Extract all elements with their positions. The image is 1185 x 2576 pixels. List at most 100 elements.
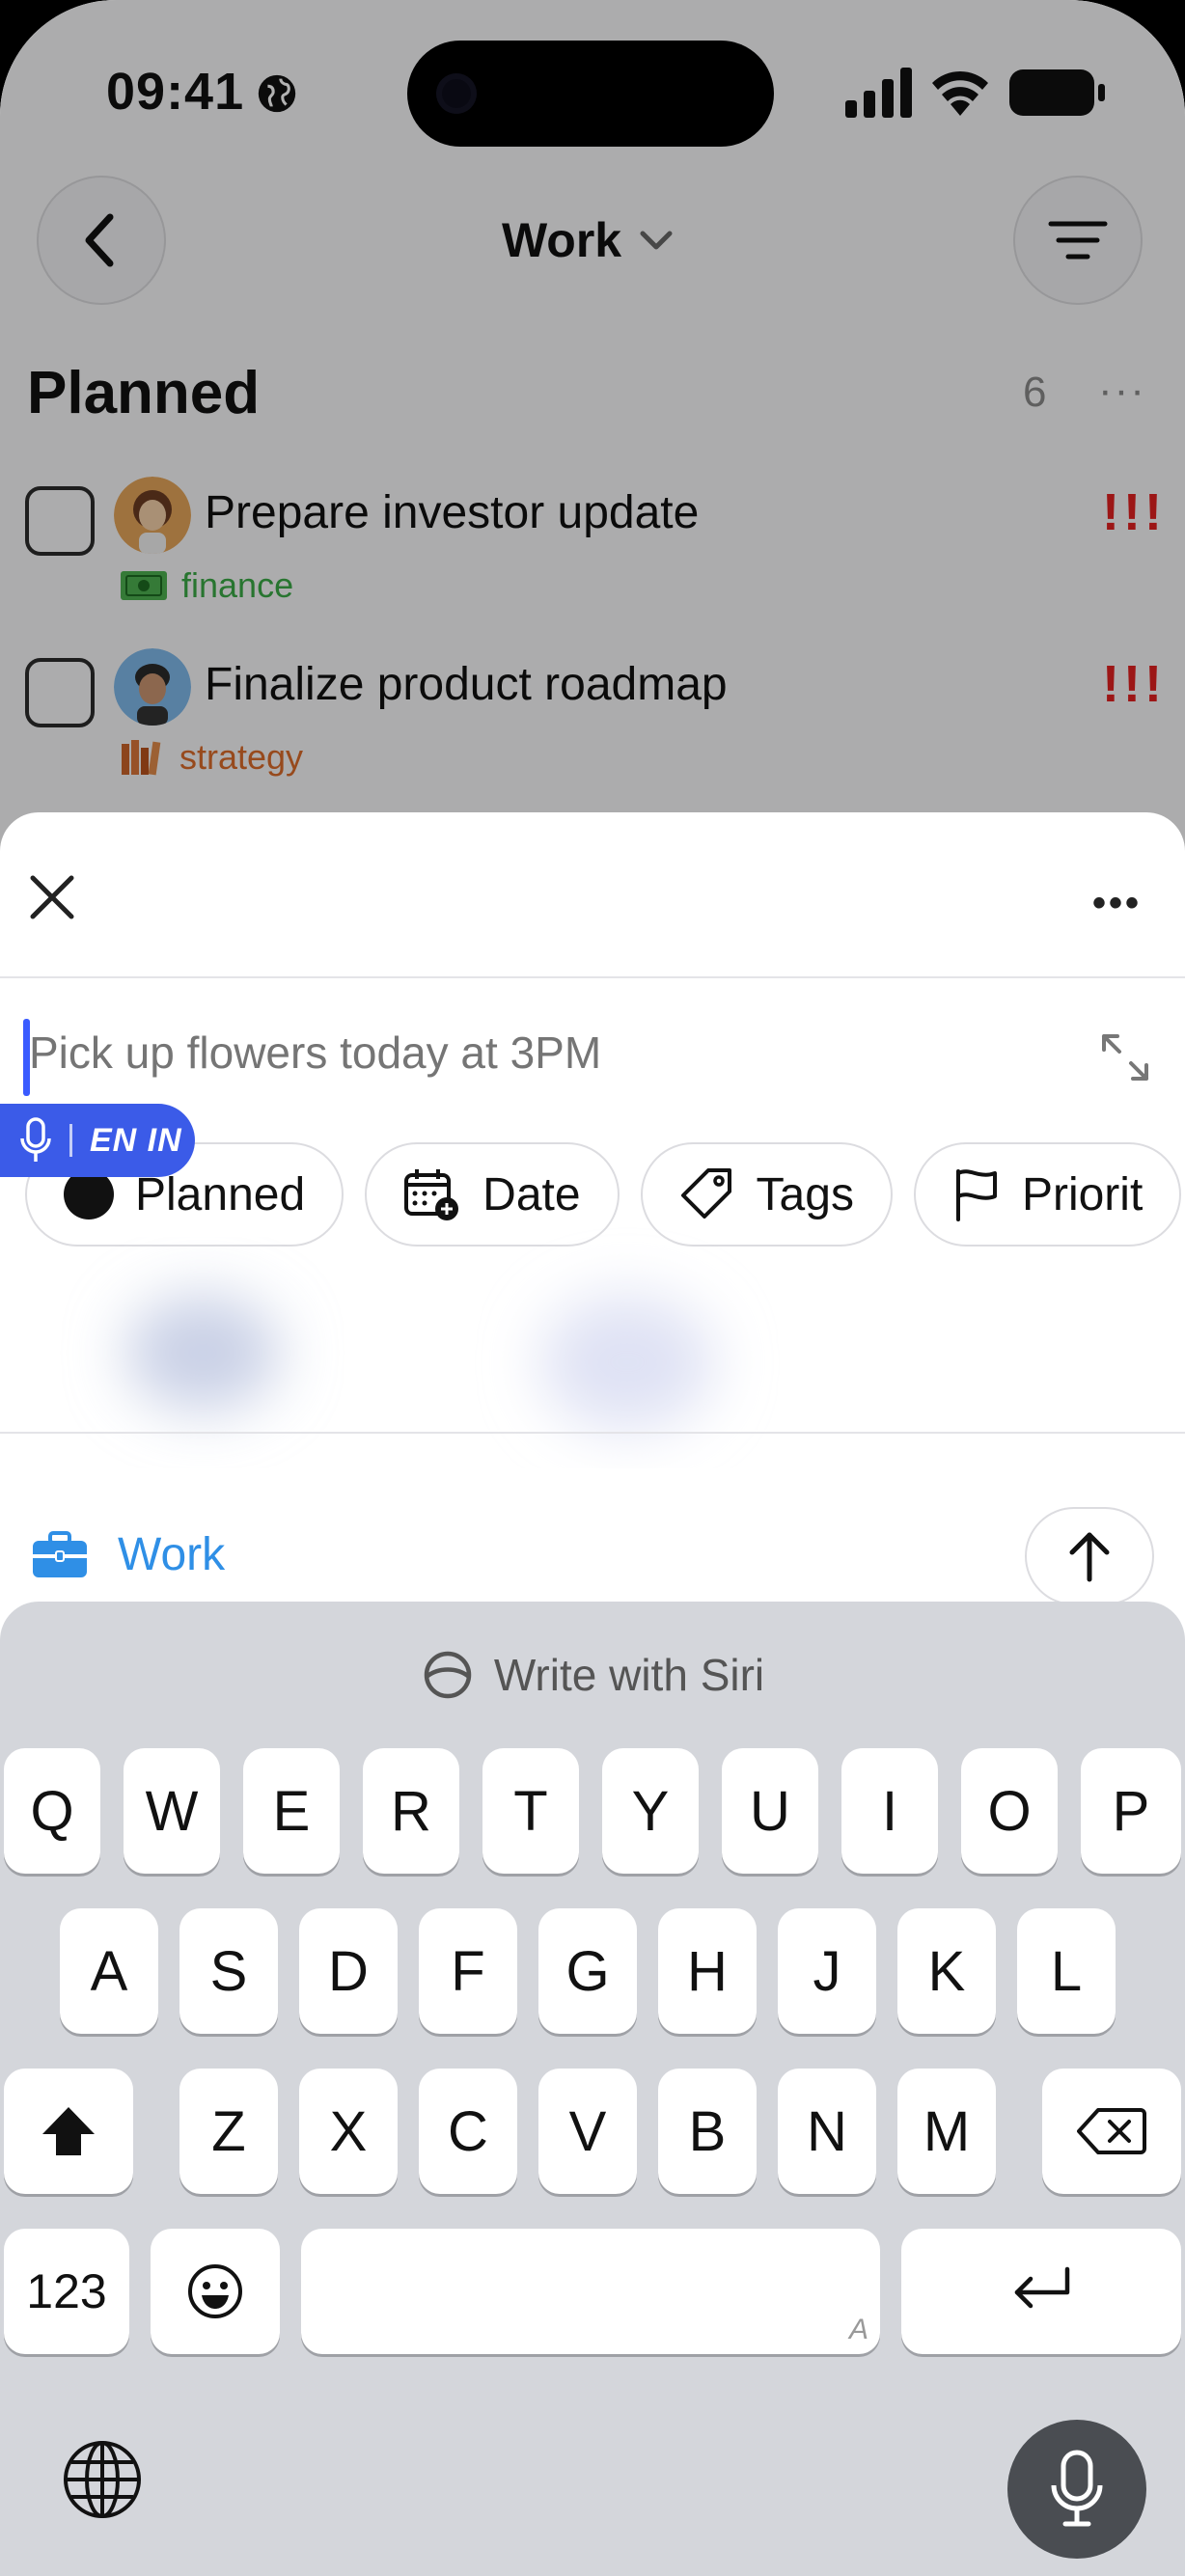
globe-icon[interactable] (62, 2439, 143, 2520)
section-more-button[interactable]: ··· (1098, 367, 1146, 415)
tag-icon (680, 1168, 731, 1219)
key-v[interactable]: V (538, 2069, 637, 2194)
task-checkbox[interactable] (25, 486, 95, 556)
key-w[interactable]: W (124, 1748, 220, 1874)
cellular-signal-icon (845, 68, 912, 118)
project-label: Work (118, 1529, 226, 1580)
divider (0, 976, 1185, 978)
task-title: Prepare investor update (205, 487, 700, 538)
books-icon (122, 740, 161, 776)
key-b[interactable]: B (658, 2069, 757, 2194)
write-with-siri-button[interactable]: Write with Siri (0, 1648, 1185, 1702)
task-tag-label: strategy (179, 737, 304, 777)
numbers-key[interactable]: 123 (4, 2229, 129, 2354)
dynamic-island (407, 41, 774, 147)
screen: 09:41 Work Planned 6 ··· Prepare investo… (0, 0, 1185, 2576)
status-time: 09:41 (106, 63, 245, 121)
dictation-button[interactable] (1007, 2420, 1146, 2559)
task-tag-label: finance (181, 565, 294, 605)
task-row[interactable]: Finalize product roadmap !!! strategy (0, 648, 1185, 812)
key-i[interactable]: I (841, 1748, 938, 1874)
dictation-language: EN IN (90, 1121, 182, 1159)
dictation-indicator[interactable]: EN IN (0, 1104, 195, 1177)
task-row[interactable]: Prepare investor update !!! finance (0, 477, 1185, 641)
chevron-left-icon (85, 213, 114, 267)
chip-priority[interactable]: Priorit (913, 1142, 1182, 1247)
siri-icon (424, 1651, 472, 1699)
key-c[interactable]: C (419, 2069, 517, 2194)
key-g[interactable]: G (538, 1908, 637, 2034)
key-h[interactable]: H (658, 1908, 757, 2034)
return-key[interactable] (901, 2229, 1181, 2354)
location-globe-icon (258, 74, 296, 113)
task-checkbox[interactable] (25, 658, 95, 727)
task-title-input[interactable] (29, 1027, 1071, 1079)
task-tag[interactable]: strategy (120, 737, 303, 778)
battery-icon (1009, 69, 1105, 116)
close-icon[interactable] (25, 870, 79, 924)
section-title: Planned (27, 360, 261, 426)
siri-label: Write with Siri (493, 1650, 765, 1700)
key-z[interactable]: Z (179, 2069, 278, 2194)
status-bar: 09:41 (0, 0, 1185, 183)
filter-button[interactable] (1013, 176, 1143, 305)
microphone-icon (20, 1117, 51, 1162)
submit-button[interactable] (1025, 1507, 1154, 1605)
avatar (114, 477, 191, 554)
emoji-key[interactable] (151, 2229, 280, 2354)
blurred-background-area (125, 1295, 714, 1430)
chip-label: Tags (756, 1168, 854, 1220)
key-j[interactable]: J (778, 1908, 876, 2034)
delete-key[interactable] (1042, 2069, 1181, 2194)
shift-icon (42, 2107, 95, 2155)
key-x[interactable]: X (299, 2069, 398, 2194)
key-q[interactable]: Q (4, 1748, 100, 1874)
dictation-separator (69, 1124, 72, 1157)
space-key[interactable]: A (301, 2229, 880, 2354)
keyboard-bottom-bar (0, 2393, 1185, 2576)
key-y[interactable]: Y (602, 1748, 699, 1874)
key-k[interactable]: K (897, 1908, 996, 2034)
money-icon (121, 571, 167, 600)
key-n[interactable]: N (778, 2069, 876, 2194)
key-a[interactable]: A (60, 1908, 158, 2034)
flag-icon (955, 1169, 997, 1221)
nav-title: Work (502, 213, 622, 267)
phone-frame: 09:41 Work Planned 6 ··· Prepare investo… (0, 0, 1185, 2576)
arrow-up-icon (1069, 1532, 1110, 1582)
key-f[interactable]: F (419, 1908, 517, 2034)
key-s[interactable]: S (179, 1908, 278, 2034)
sheet-more-button[interactable]: ••• (1092, 882, 1142, 925)
key-u[interactable]: U (722, 1748, 818, 1874)
key-t[interactable]: T (482, 1748, 579, 1874)
task-title: Finalize product roadmap (205, 659, 728, 710)
briefcase-icon (33, 1530, 87, 1577)
return-icon (1014, 2266, 1070, 2309)
emoji-icon (188, 2264, 242, 2318)
divider (0, 1432, 1185, 1434)
project-selector[interactable]: Work (31, 1528, 225, 1581)
shift-key[interactable] (4, 2069, 133, 2194)
key-d[interactable]: D (299, 1908, 398, 2034)
keyboard: Write with Siri Q W E R T Y U I O P A S … (0, 1602, 1185, 2576)
front-camera (436, 73, 477, 114)
back-button[interactable] (37, 176, 166, 305)
key-r[interactable]: R (363, 1748, 459, 1874)
expand-icon[interactable] (1098, 1030, 1152, 1084)
key-m[interactable]: M (897, 2069, 996, 2194)
space-hint: A (848, 2314, 868, 2345)
priority-indicator: !!! (1102, 483, 1166, 541)
calendar-plus-icon (404, 1169, 459, 1220)
key-o[interactable]: O (961, 1748, 1058, 1874)
chip-label: Priorit (1021, 1168, 1144, 1220)
task-tag[interactable]: finance (120, 565, 293, 606)
microphone-icon (1051, 2450, 1103, 2527)
list-picker[interactable]: Work (502, 212, 675, 268)
filter-lines-icon (1048, 221, 1108, 260)
key-l[interactable]: L (1017, 1908, 1116, 2034)
key-e[interactable]: E (243, 1748, 340, 1874)
avatar (114, 648, 191, 726)
key-p[interactable]: P (1081, 1748, 1181, 1874)
list-background: 09:41 Work Planned 6 ··· Prepare investo… (0, 0, 1185, 868)
chip-label: Date (482, 1168, 581, 1220)
